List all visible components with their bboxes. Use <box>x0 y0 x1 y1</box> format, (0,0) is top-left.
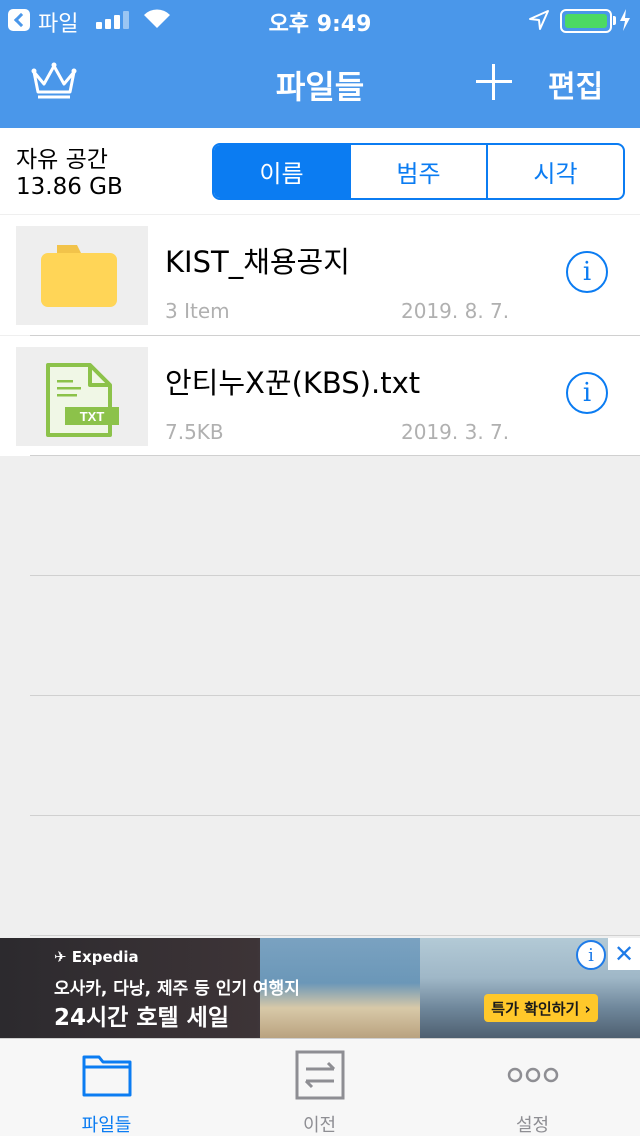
txt-badge-label: TXT <box>80 409 105 424</box>
status-bar: 파일 오후 9:49 <box>0 0 640 40</box>
file-date: 2019. 8. 7. <box>401 299 510 323</box>
ad-subline: 24시간 호텔 세일 <box>54 1005 229 1031</box>
battery-icon <box>560 9 612 33</box>
free-space-value: 13.86 GB <box>16 174 123 200</box>
add-icon[interactable] <box>474 62 514 102</box>
row-divider <box>30 695 640 696</box>
sort-by-time-segment[interactable]: 시각 <box>486 145 623 198</box>
tab-transfer-label: 이전 <box>302 1115 337 1136</box>
file-list-row[interactable]: TXT 안티누X꾼(KBS).txt 7.5KB 2019. 3. 7. i <box>0 336 640 456</box>
ad-banner[interactable]: ✈ Expedia 오사카, 다낭, 제주 등 인기 여행지 24시간 호텔 세… <box>0 938 640 1038</box>
file-name: 안티누X꾼(KBS).txt <box>165 366 421 400</box>
transfer-icon <box>295 1050 344 1100</box>
tab-transfer[interactable]: 이전 <box>213 1039 426 1136</box>
sort-by-category-segment[interactable]: 범주 <box>349 145 486 198</box>
ad-cta-button[interactable]: 특가 확인하기 › <box>484 994 598 1022</box>
ad-brand-logo: ✈ Expedia <box>54 948 139 966</box>
file-name: KIST_채용공지 <box>165 245 350 279</box>
row-divider <box>30 455 640 456</box>
file-thumbnail: TXT <box>16 347 148 446</box>
row-divider <box>30 575 640 576</box>
page-title: 파일들 <box>275 68 365 106</box>
info-icon[interactable]: i <box>566 251 608 293</box>
tab-bar: 파일들 이전 설정 <box>0 1038 640 1136</box>
sort-segmented-control: 이름 범주 시각 <box>212 143 625 200</box>
tab-files-label: 파일들 <box>81 1115 132 1136</box>
more-icon <box>507 1067 558 1083</box>
file-date: 2019. 3. 7. <box>401 420 510 444</box>
file-item-count: 3 Item <box>165 299 230 323</box>
folder-icon <box>41 245 117 307</box>
location-arrow-icon <box>529 10 549 30</box>
free-space-label: 자유 공간 <box>16 147 108 173</box>
battery-tip <box>613 16 616 25</box>
navigation-header: 파일 오후 9:49 파일들 편집 <box>0 0 640 128</box>
tab-files[interactable]: 파일들 <box>0 1039 213 1136</box>
ad-photo-city <box>420 938 640 1038</box>
ad-close-icon[interactable]: ✕ <box>608 938 640 970</box>
row-divider <box>30 935 640 936</box>
info-icon[interactable]: i <box>566 372 608 414</box>
file-list-row[interactable]: KIST_채용공지 3 Item 2019. 8. 7. i <box>0 215 640 335</box>
ad-info-icon[interactable]: i <box>576 940 606 970</box>
tab-settings[interactable]: 설정 <box>426 1039 639 1136</box>
folder-icon <box>82 1055 131 1097</box>
charging-bolt-icon <box>620 9 630 31</box>
edit-button[interactable]: 편집 <box>548 62 603 106</box>
ad-brand-name: Expedia <box>71 948 139 966</box>
ad-headline: 오사카, 다낭, 제주 등 인기 여행지 <box>54 979 300 999</box>
row-divider <box>30 815 640 816</box>
sort-by-name-segment[interactable]: 이름 <box>214 145 349 198</box>
txt-file-icon: TXT <box>46 363 119 437</box>
file-thumbnail <box>16 226 148 325</box>
tab-settings-label: 설정 <box>515 1115 550 1136</box>
file-size: 7.5KB <box>165 420 224 444</box>
